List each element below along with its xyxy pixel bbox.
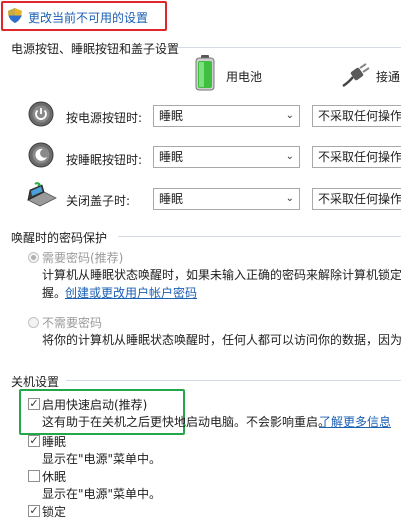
fast-startup-label: 启用快速启动(推荐): [42, 398, 148, 412]
fast-startup-checkbox[interactable]: ✓: [28, 398, 40, 410]
close-lid-label: 关闭盖子时:: [66, 194, 131, 208]
fast-startup-description: 这有助于在关机之后更快地启动电脑。不会影响重启。: [42, 415, 331, 429]
change-settings-link[interactable]: 更改当前不可用的设置: [28, 9, 148, 26]
require-password-label: 需要密码(推荐): [42, 251, 124, 265]
power-button-icon: [28, 101, 54, 127]
select-value: 睡眠: [159, 192, 184, 206]
shutdown-section-title: 关机设置: [11, 375, 60, 389]
chevron-down-icon: ⌄: [285, 110, 294, 121]
no-password-description: 将你的计算机从睡眠状态唤醒时，任何人都可以访问你的数据，因为计: [42, 333, 401, 347]
sleep-option-label: 睡眠: [42, 435, 67, 449]
sleep-button-icon: [28, 142, 54, 168]
section-divider: [66, 380, 401, 381]
power-button-plugged-select[interactable]: 不采取任何操作: [312, 105, 401, 127]
sleep-button-battery-select[interactable]: 睡眠 ⌄: [153, 146, 300, 168]
lock-option-label: 锁定: [42, 505, 67, 519]
require-password-radio[interactable]: [28, 252, 39, 263]
select-value: 睡眠: [159, 109, 184, 123]
sleep-checkbox[interactable]: ✓: [28, 435, 40, 447]
laptop-lid-icon: [26, 182, 58, 208]
plugged-column-label: 接通: [376, 70, 401, 84]
shield-icon: [8, 8, 22, 23]
no-password-radio[interactable]: [28, 317, 39, 328]
password-section-title: 唤醒时的密码保护: [11, 231, 108, 245]
learn-more-link[interactable]: 了解更多信息: [319, 413, 391, 430]
section-divider: [118, 236, 401, 237]
sleep-option-description: 显示在"电源"菜单中。: [42, 452, 162, 466]
plug-icon: [341, 62, 371, 88]
hibernate-option-description: 显示在"电源"菜单中。: [42, 487, 162, 501]
lock-checkbox[interactable]: ✓: [28, 505, 40, 517]
require-password-description: 计算机从睡眠状态唤醒时，如果未输入正确的密码来解除计算机锁定，: [42, 268, 401, 282]
select-value: 不采取任何操作: [318, 109, 401, 123]
sleep-button-plugged-select[interactable]: 不采取任何操作: [312, 146, 401, 168]
battery-column-label: 用电池: [226, 70, 263, 84]
battery-icon: [195, 55, 215, 91]
create-change-password-link[interactable]: 创建或更改用户帐户密码: [65, 284, 197, 301]
power-button-battery-select[interactable]: 睡眠 ⌄: [153, 105, 300, 127]
chevron-down-icon: ⌄: [285, 193, 294, 204]
sleep-button-label: 按睡眠按钮时:: [66, 153, 143, 167]
require-password-description-end: 握。: [42, 286, 67, 300]
close-lid-plugged-select[interactable]: 不采取任何操作: [312, 188, 401, 210]
hibernate-checkbox[interactable]: [28, 470, 40, 482]
select-value: 不采取任何操作: [318, 150, 401, 164]
section-divider: [178, 47, 401, 48]
select-value: 睡眠: [159, 150, 184, 164]
close-lid-battery-select[interactable]: 睡眠 ⌄: [153, 188, 300, 210]
power-button-label: 按电源按钮时:: [66, 111, 143, 125]
hibernate-option-label: 休眠: [42, 470, 67, 484]
select-value: 不采取任何操作: [318, 192, 401, 206]
chevron-down-icon: ⌄: [285, 151, 294, 162]
power-buttons-section-title: 电源按钮、睡眠按钮和盖子设置: [11, 42, 180, 56]
no-password-label: 不需要密码: [42, 316, 103, 330]
